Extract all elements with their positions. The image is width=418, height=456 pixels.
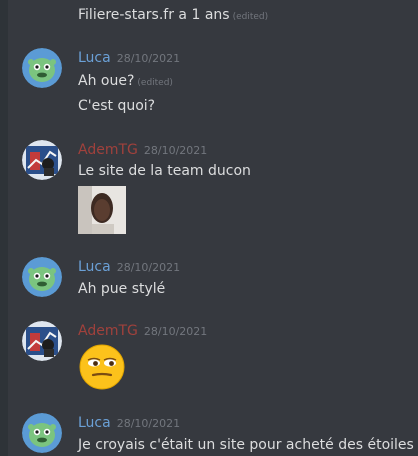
message-content: Ah pue stylé [78,281,166,297]
timestamp: 28/10/2021 [116,261,181,274]
timestamp: 28/10/2021 [143,144,208,157]
message-text: Ah oue? (edited) [78,72,173,92]
scrollbar-track[interactable] [0,0,8,456]
avatar[interactable] [22,321,62,361]
author-name[interactable]: Luca [78,50,111,66]
green-creature-avatar-icon [22,48,62,88]
message-header: Luca 28/10/2021 [78,49,180,68]
smirk-emoji-icon [79,344,125,390]
timestamp: 28/10/2021 [143,325,208,338]
author-name[interactable]: AdemTG [78,142,138,158]
author-name[interactable]: Luca [78,259,111,275]
message-header: AdemTG 28/10/2021 [78,141,207,160]
image-attachment[interactable] [78,186,126,234]
message-text: Filiere-stars.fr a 1 ans (edited) [78,6,268,26]
message-header: AdemTG 28/10/2021 [78,322,207,341]
blue-chart-avatar-icon [22,321,62,361]
message-text: Le site de la team ducon [78,162,251,180]
message-content: Filiere-stars.fr a 1 ans [78,7,230,23]
green-creature-avatar-icon [22,413,62,453]
timestamp: 28/10/2021 [116,52,181,65]
avatar[interactable] [22,48,62,88]
author-name[interactable]: AdemTG [78,323,138,339]
edited-label: (edited) [137,78,173,88]
avatar[interactable] [22,257,62,297]
message-content: Ah oue? [78,73,135,89]
message-header: Luca 28/10/2021 [78,414,180,433]
message-content: Le site de la team ducon [78,163,251,179]
avatar[interactable] [22,413,62,453]
author-name[interactable]: Luca [78,415,111,431]
emoji[interactable] [78,343,126,391]
message-content: C'est quoi? [78,98,156,114]
photo-icon [78,186,126,234]
message-text: C'est quoi? [78,97,155,115]
edited-label: (edited) [232,12,269,22]
avatar[interactable] [22,140,62,180]
message-content: Je croyais c'était un site pour acheté d… [78,437,414,453]
green-creature-avatar-icon [22,257,62,297]
message-text: Je croyais c'était un site pour acheté d… [78,436,414,454]
message-header: Luca 28/10/2021 [78,258,180,277]
message-text: Ah pue stylé [78,280,165,298]
timestamp: 28/10/2021 [116,417,181,430]
blue-chart-avatar-icon [22,140,62,180]
